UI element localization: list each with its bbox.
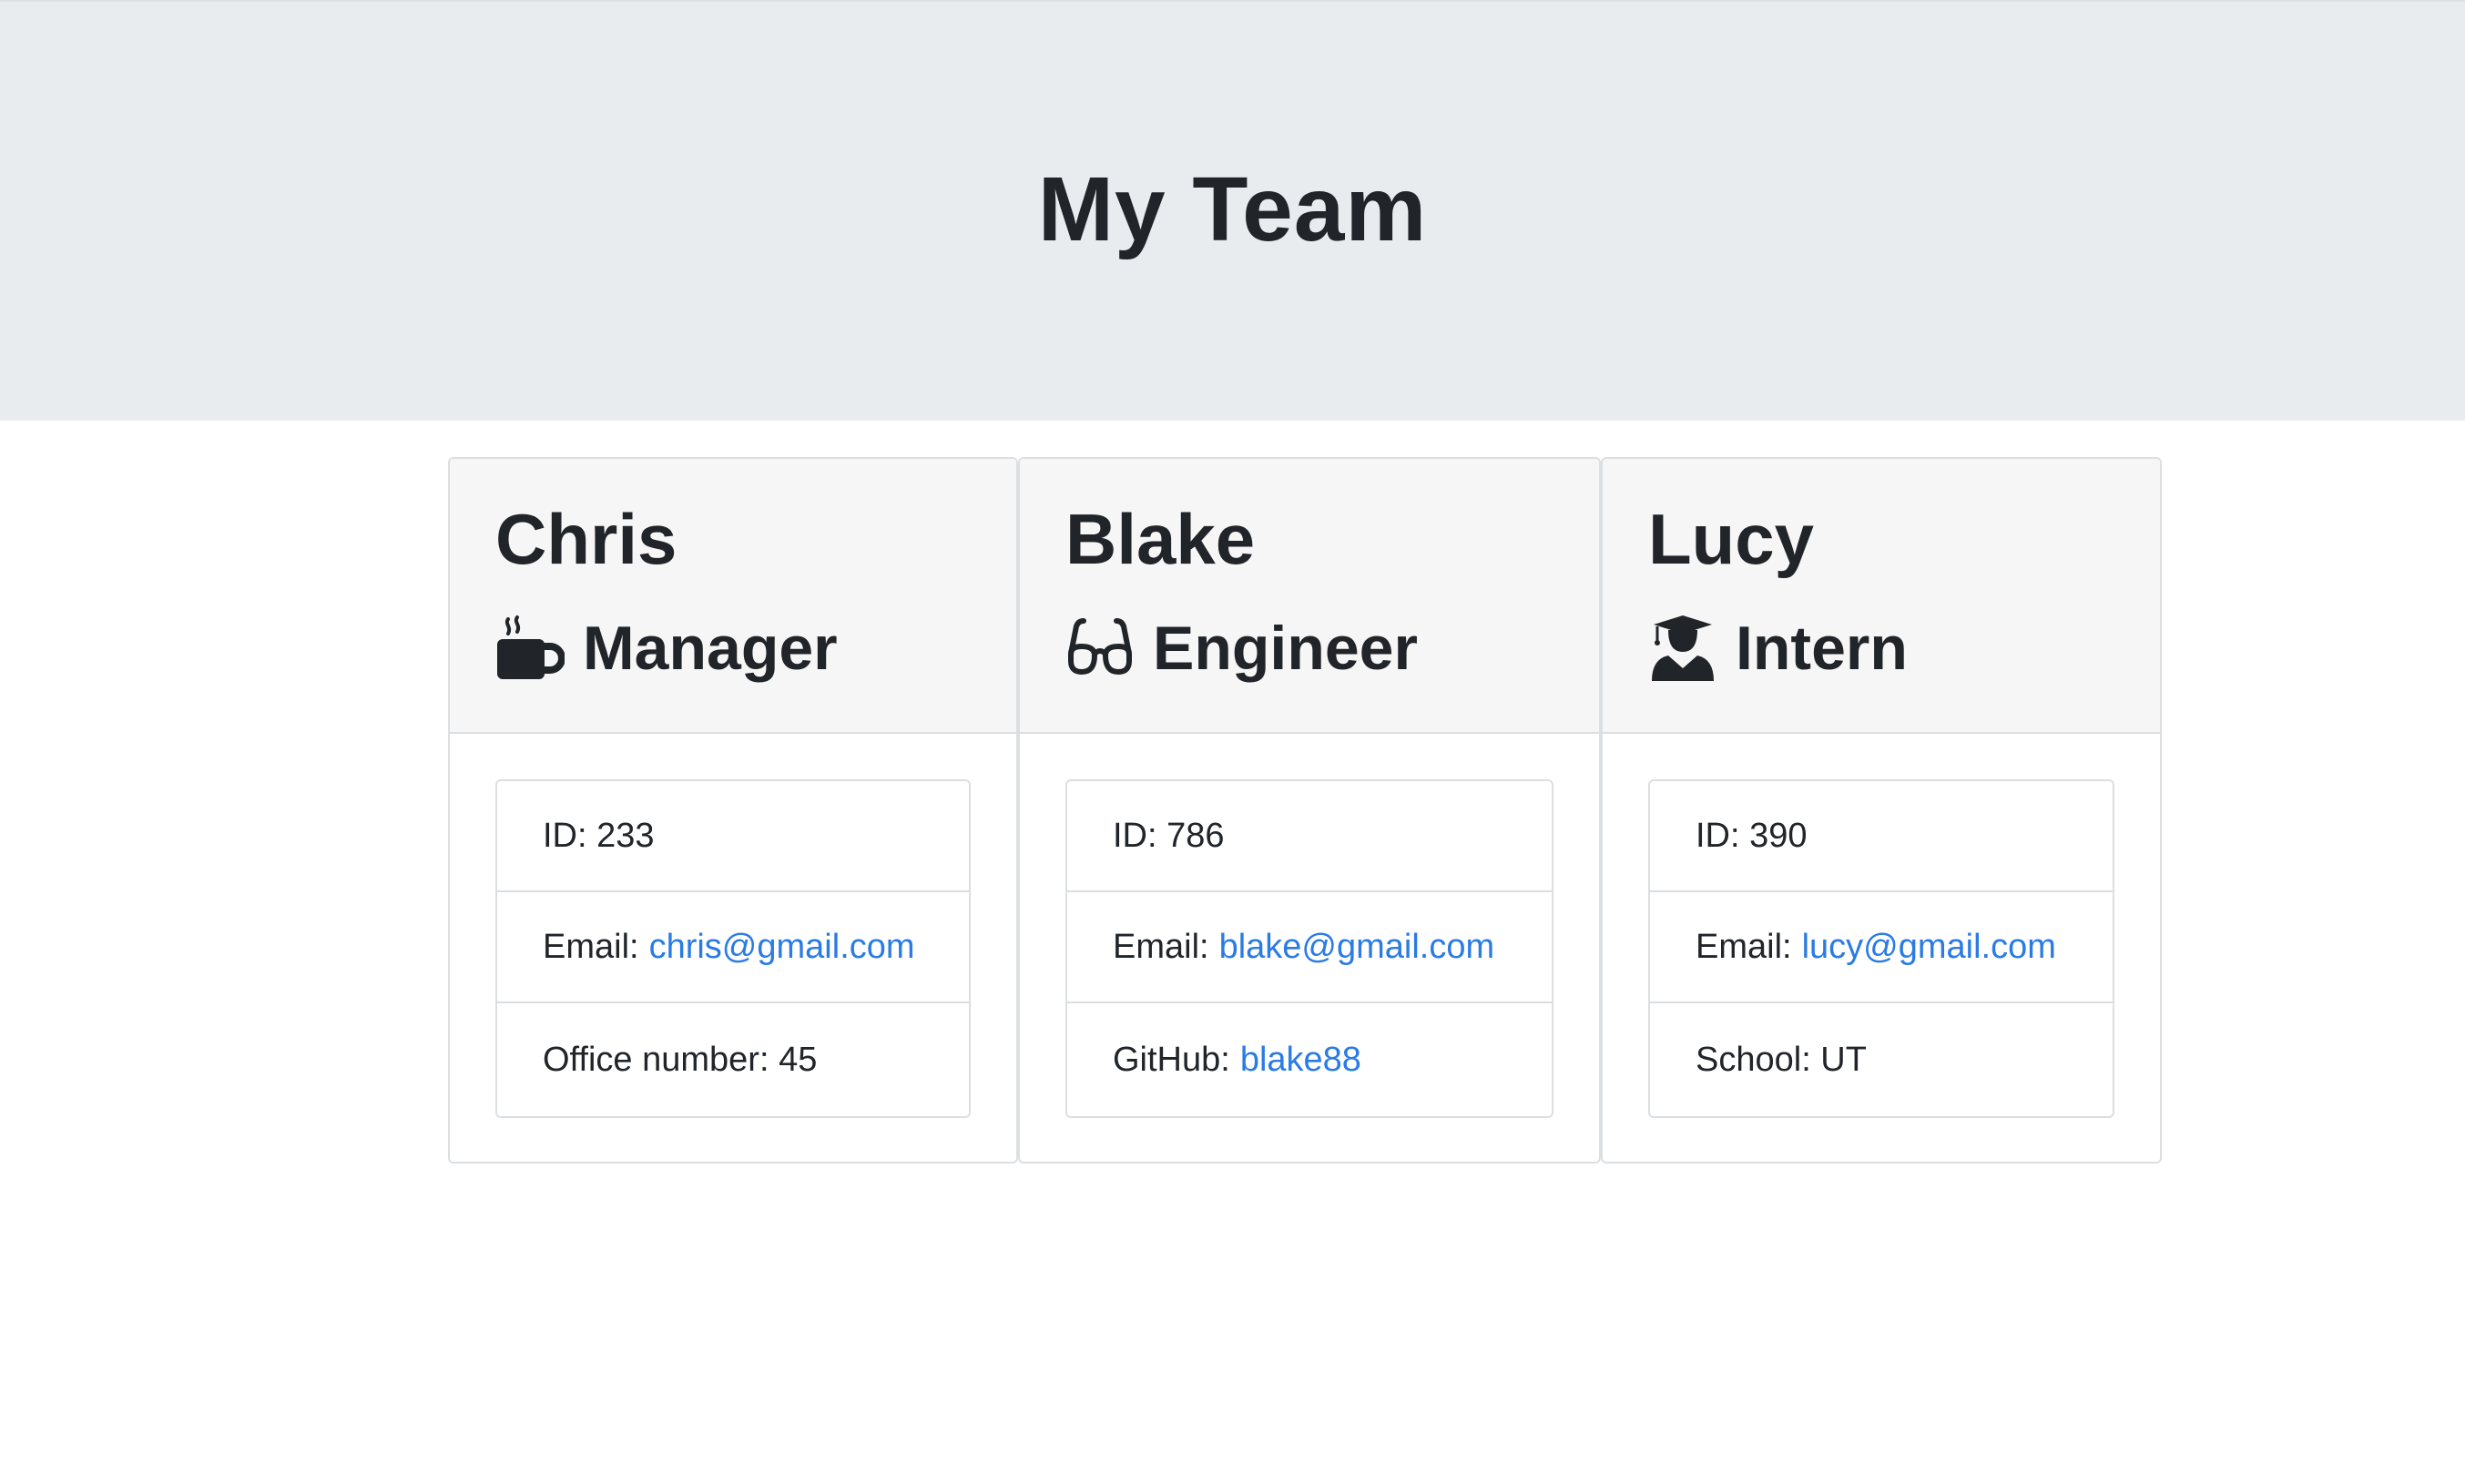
info-list: ID: 786 Email: blake@gmail.com GitHub: b… [1065, 779, 1553, 1118]
employee-name: Chris [495, 499, 677, 579]
employee-card-engineer: Blake Engineer ID: 786 Email: blake@gmai… [1018, 457, 1601, 1164]
card-header: Blake Engineer [1020, 459, 1599, 734]
role-label: Manager [583, 614, 838, 683]
github-link[interactable]: blake88 [1240, 1038, 1361, 1082]
list-item-email: Email: chris@gmail.com [497, 892, 969, 1003]
card-header: Lucy Intern [1603, 459, 2160, 734]
page-title: My Team [1037, 158, 1428, 260]
card-header: Chris Manager [450, 459, 1016, 734]
list-item-github: GitHub: blake88 [1067, 1003, 1552, 1116]
user-graduate-icon [1648, 614, 1717, 683]
email-link[interactable]: chris@gmail.com [649, 925, 915, 969]
list-item-school: School: UT [1650, 1003, 2113, 1116]
list-item-id: ID: 233 [497, 781, 969, 892]
list-item-email: Email: blake@gmail.com [1067, 892, 1552, 1003]
employee-role: Intern [1648, 605, 1908, 692]
info-list: ID: 390 Email: lucy@gmail.com School: UT [1648, 779, 2114, 1118]
email-link[interactable]: lucy@gmail.com [1802, 925, 2056, 969]
employee-role: Engineer [1065, 605, 1418, 692]
employee-name: Blake [1065, 499, 1256, 579]
glasses-icon [1065, 614, 1135, 683]
role-label: Engineer [1153, 614, 1418, 683]
email-label: Email: [543, 928, 639, 966]
id-text: ID: 233 [543, 817, 655, 855]
mug-hot-icon [495, 614, 565, 683]
id-text: ID: 390 [1696, 817, 1808, 855]
employee-card-manager: Chris Manager ID: 233 Email: chris@gmail… [448, 457, 1018, 1164]
office-number-text: Office number: 45 [543, 1041, 818, 1079]
id-text: ID: 786 [1113, 817, 1225, 855]
email-label: Email: [1113, 928, 1209, 966]
employee-role: Manager [495, 605, 838, 692]
employee-name: Lucy [1648, 499, 1815, 579]
employee-card-intern: Lucy Intern ID: 390 Email: lucy@gmail.co… [1601, 457, 2162, 1164]
github-label: GitHub: [1113, 1041, 1230, 1079]
list-item-email: Email: lucy@gmail.com [1650, 892, 2113, 1003]
email-label: Email: [1696, 928, 1792, 966]
school-text: School: UT [1696, 1041, 1867, 1079]
email-link[interactable]: blake@gmail.com [1219, 925, 1495, 969]
list-item-id: ID: 786 [1067, 781, 1552, 892]
jumbotron-header: My Team [0, 0, 2465, 421]
list-item-office: Office number: 45 [497, 1003, 969, 1116]
role-label: Intern [1736, 614, 1908, 683]
info-list: ID: 233 Email: chris@gmail.com Office nu… [495, 779, 971, 1118]
list-item-id: ID: 390 [1650, 781, 2113, 892]
